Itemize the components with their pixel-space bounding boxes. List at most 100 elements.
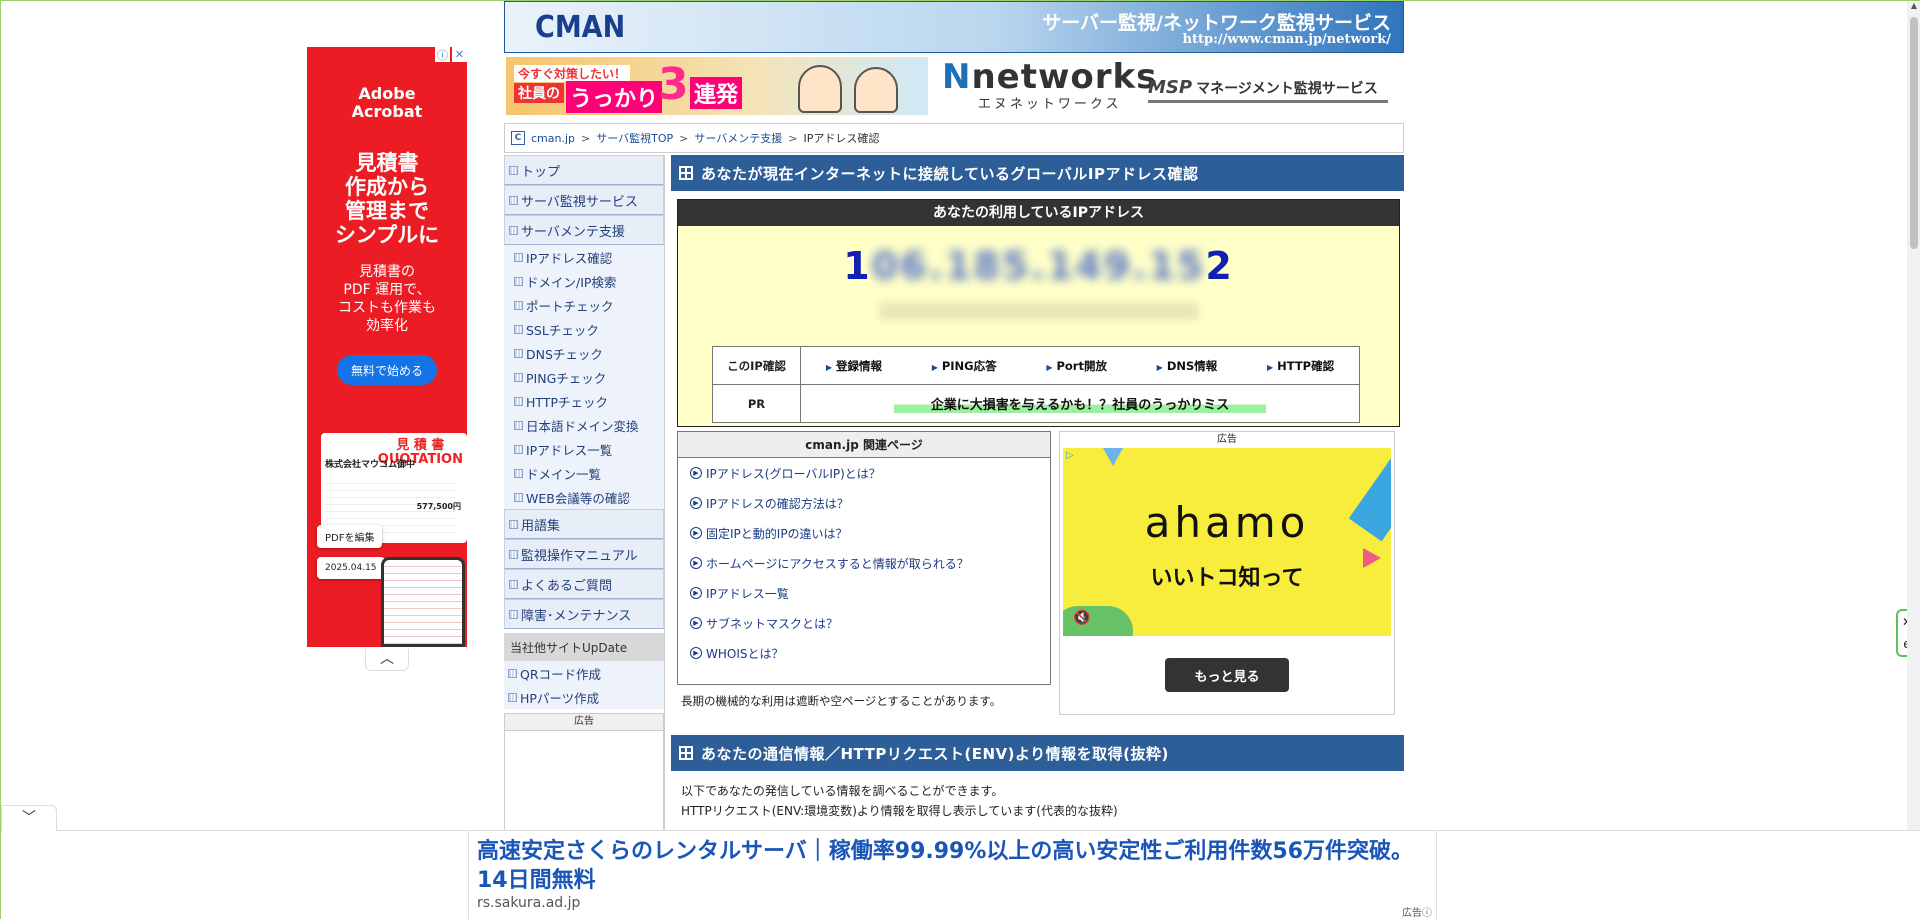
banner-character-1: [798, 65, 842, 113]
grid-icon: [509, 579, 518, 589]
grid-plus-icon: [679, 746, 693, 760]
page-scrollbar[interactable]: ▲ ▼: [1907, 1, 1920, 919]
link-http[interactable]: HTTP確認: [1267, 358, 1334, 374]
msp-link[interactable]: MSP マネージメント監視サービス: [1148, 75, 1388, 103]
grid-icon: [514, 396, 523, 406]
bottom-ad-content[interactable]: 高速安定さくらのレンタルサーバ｜稼働率99.99%以上の高い安定性ご利用件数56…: [468, 831, 1437, 919]
ad-column: 広告 ▷ ahamo いいトコ知って 🔇 もっと見る: [1059, 431, 1395, 715]
sidebar-item-monitor[interactable]: サーバ監視サービス: [504, 185, 664, 215]
quote-company: 株式会社マウコム御中: [325, 460, 416, 470]
scroll-up-icon[interactable]: ▲: [1907, 1, 1920, 15]
grid-icon: [509, 609, 518, 619]
ip-address-value[interactable]: 106.185.149.152: [678, 244, 1399, 288]
breadcrumb-item-server-top[interactable]: サーバ監視TOP: [596, 130, 673, 146]
left-ad-acrobat[interactable]: ⓘ ✕ Adobe Acrobat 見積書 作成から 管理まで シンプルに 見積…: [307, 47, 467, 647]
sidebar-item-faq[interactable]: よくあるご質問: [504, 569, 664, 599]
scroll-thumb[interactable]: [1910, 17, 1918, 249]
sidebar-sub-jpdomain[interactable]: 日本語ドメイン変換: [504, 413, 664, 437]
sidebar-sub-ssl[interactable]: SSLチェック: [504, 317, 664, 341]
ad-collapse-button[interactable]: ︿: [365, 649, 409, 671]
breadcrumb-separator: >: [581, 131, 591, 145]
sidebar-sub-port[interactable]: ポートチェック: [504, 293, 664, 317]
sidebar-sub-domainlist[interactable]: ドメイン一覧: [504, 461, 664, 485]
pr-link[interactable]: 企業に大損害を与えるかも！？社員のうっかりミス: [894, 394, 1266, 413]
grid-icon: [508, 692, 517, 702]
sidebar-other-hp[interactable]: HPパーツ作成: [504, 685, 664, 709]
ad-info-icon[interactable]: ⓘ: [435, 47, 450, 62]
ad-corner-controls: ⓘ ✕: [435, 47, 467, 62]
section-env: あなたの通信情報／HTTPリクエスト(ENV)より情報を取得(抜粋) 以下であな…: [671, 735, 1404, 821]
section-env-line1: 以下であなたの発信している情報を調べることができます。: [681, 784, 1004, 798]
sidebar-sub-label: ドメイン一覧: [526, 466, 602, 482]
related-link[interactable]: IPアドレスの確認方法は？: [678, 488, 1050, 518]
grid-icon: [509, 519, 518, 529]
link-ping[interactable]: PING応答: [932, 358, 997, 374]
sidebar-item-maint[interactable]: サーバメンテ支援: [504, 215, 664, 245]
sidebar-item-manual[interactable]: 監視操作マニュアル: [504, 539, 664, 569]
sidebar-sub-domain[interactable]: ドメイン/IP検索: [504, 269, 664, 293]
sidebar-sub-ping[interactable]: PINGチェック: [504, 365, 664, 389]
sidebar-sub-dns[interactable]: DNSチェック: [504, 341, 664, 365]
grid-icon: [508, 668, 517, 678]
grid-icon: [514, 420, 523, 430]
link-registration[interactable]: 登録情報: [826, 358, 882, 374]
banner-line1: 今すぐ対策したい！: [514, 65, 631, 82]
section-env-line2: HTTPリクエスト(ENV:環境変数)より情報を取得し表示しています(代表的な抜…: [681, 804, 1118, 818]
ahamo-ad[interactable]: ▷ ahamo いいトコ知って 🔇: [1063, 448, 1391, 636]
breadcrumb-separator: >: [679, 131, 689, 145]
related-link[interactable]: IPアドレス一覧: [678, 578, 1050, 608]
nnetworks-logo[interactable]: Nnetworks エヌネットワークス: [942, 59, 1157, 112]
link-port[interactable]: Port開放: [1046, 358, 1107, 374]
bottom-ad-tag[interactable]: 広告ⓘ: [1402, 904, 1432, 919]
sidebar-sub-label: 日本語ドメイン変換: [526, 418, 639, 434]
breadcrumb-item-cman[interactable]: cman.jp: [531, 132, 575, 145]
sidebar-ad-box: [504, 731, 664, 831]
ad-choices-icon[interactable]: ▷: [1066, 450, 1074, 461]
sidebar-item-outage[interactable]: 障害･メンテナンス: [504, 599, 664, 629]
section-env-title-bar: あなたの通信情報／HTTPリクエスト(ENV)より情報を取得(抜粋): [671, 735, 1404, 771]
ip-box: あなたの利用しているIPアドレス 106.185.149.152 このIP確認 …: [677, 199, 1400, 427]
grid-icon: [509, 225, 518, 235]
more-button[interactable]: もっと見る: [1165, 658, 1289, 692]
bottom-ad-title[interactable]: 高速安定さくらのレンタルサーバ｜稼働率99.99%以上の高い安定性ご利用件数56…: [469, 831, 1436, 895]
grid-icon: [514, 252, 523, 262]
ahamo-tagline: いいトコ知って: [1150, 566, 1304, 591]
ad-cta-button[interactable]: 無料で始める: [337, 355, 437, 385]
related-link[interactable]: 固定IPと動的IPの違いは？: [678, 518, 1050, 548]
banner-ad-ukkari[interactable]: 今すぐ対策したい！ 社員の うっかり 3 連発: [506, 57, 928, 115]
sidebar-item-top[interactable]: トップ: [504, 155, 664, 185]
sidebar-item-glossary[interactable]: 用語集: [504, 509, 664, 539]
banner-row: 今すぐ対策したい！ 社員の うっかり 3 連発 Nnetworks エヌネットワ…: [504, 55, 1404, 121]
ad-headline: 見積書 作成から 管理まで シンプルに: [334, 151, 440, 247]
sidebar-sub-label: WEB会議等の確認: [526, 490, 630, 506]
sidebar-other-label: HPパーツ作成: [520, 690, 600, 706]
sidebar-sub-ip[interactable]: IPアドレス確認: [504, 245, 664, 269]
link-dns[interactable]: DNS情報: [1157, 358, 1217, 374]
related-box: cman.jp 関連ページ IPアドレス(グローバルIP)とは？ IPアドレスの…: [677, 431, 1051, 685]
sidebar-other-qr[interactable]: QRコード作成: [504, 661, 664, 685]
related-link[interactable]: サブネットマスクとは？: [678, 608, 1050, 638]
sidebar-item-label: よくあるご質問: [521, 578, 613, 594]
bottom-ad-toggle[interactable]: ﹀: [1, 805, 57, 831]
sidebar-sub-http[interactable]: HTTPチェック: [504, 389, 664, 413]
sidebar-sub-label: HTTPチェック: [526, 394, 608, 410]
related-link[interactable]: ホームページにアクセスすると情報が取られる？: [678, 548, 1050, 578]
section-ip-title-bar: あなたが現在インターネットに接続しているグローバルIPアドレス確認: [671, 155, 1404, 191]
sidebar-sub-label: PINGチェック: [526, 370, 607, 386]
section-env-title: あなたの通信情報／HTTPリクエスト(ENV)より情報を取得(抜粋): [701, 744, 1169, 763]
ip-check-label: このIP確認: [712, 346, 801, 385]
sidebar-sub-iplist[interactable]: IPアドレス一覧: [504, 437, 664, 461]
cman-logo[interactable]: CMAN: [535, 10, 625, 45]
ad-close-icon[interactable]: ✕: [452, 47, 467, 62]
related-link[interactable]: IPアドレス(グローバルIP)とは？: [678, 458, 1050, 488]
banner-line2: 社員の: [514, 83, 564, 103]
sidebar-sub-webconf[interactable]: WEB会議等の確認: [504, 485, 664, 509]
bottom-anchor-ad: ﹀ 高速安定さくらのレンタルサーバ｜稼働率99.99%以上の高い安定性ご利用件数…: [1, 805, 1920, 919]
mute-icon[interactable]: 🔇: [1073, 610, 1090, 626]
breadcrumb-item-maint[interactable]: サーバメンテ支援: [694, 130, 782, 146]
grid-icon: [514, 468, 523, 478]
related-link[interactable]: WHOISとは？: [678, 638, 1050, 668]
sidebar-sub-label: IPアドレス一覧: [526, 442, 613, 458]
hostname-blurred: [878, 302, 1199, 320]
banner-line4: 連発: [690, 77, 743, 109]
